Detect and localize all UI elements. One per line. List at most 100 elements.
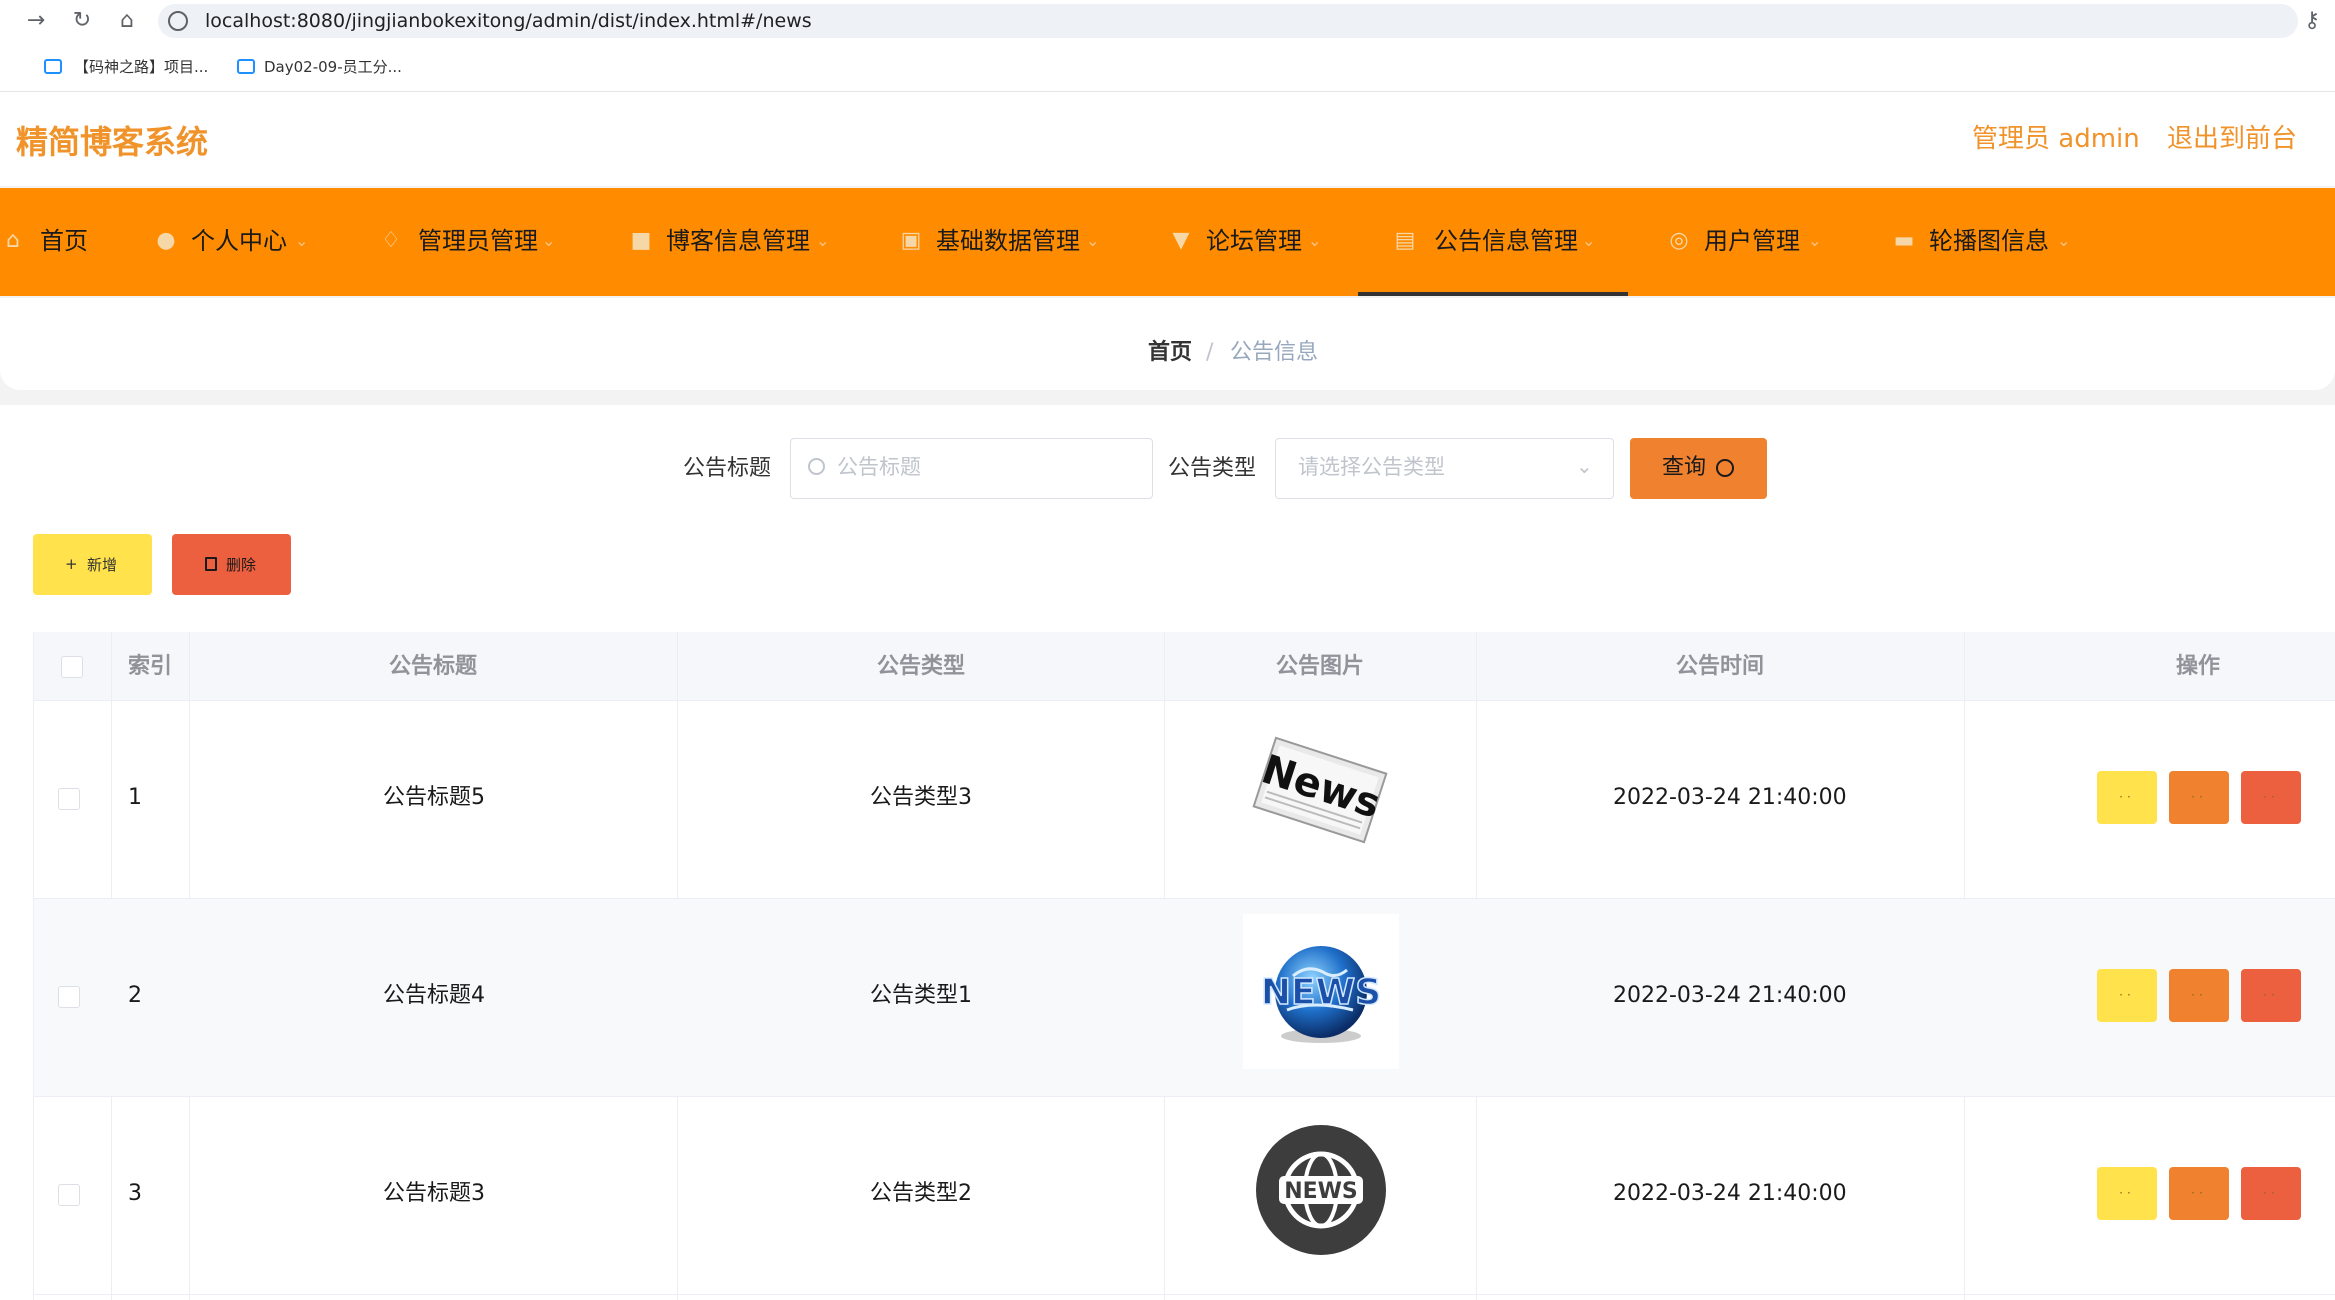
- row-time: 2022-03-24 21:40:00: [1613, 785, 1847, 810]
- dots-icon: ··: [2119, 988, 2135, 1002]
- notice-icon: ▤: [1394, 228, 1416, 253]
- search-icon: [808, 458, 825, 475]
- row-checkbox[interactable]: [58, 986, 80, 1008]
- nav-item-forum-management[interactable]: ▼ 论坛管理 ⌄: [1160, 188, 1340, 296]
- chevron-down-icon: ⌄: [295, 231, 309, 250]
- bookmark-link[interactable]: 【码神之路】项目...: [74, 56, 208, 78]
- row-index: 2: [128, 983, 142, 1008]
- dots-icon: ··: [2263, 988, 2279, 1002]
- dots-icon: ··: [2191, 988, 2207, 1002]
- bookmark-link[interactable]: Day02-09-员工分...: [264, 56, 402, 78]
- nav-label: 个人中心: [191, 227, 287, 255]
- nav-label: 管理员管理: [418, 227, 538, 255]
- column-header-type: 公告类型: [877, 654, 966, 679]
- dots-icon: ··: [2191, 1186, 2207, 1200]
- svg-text:NEWS: NEWS: [1284, 1179, 1358, 1204]
- nav-item-home[interactable]: ⌂ 首页: [0, 188, 100, 296]
- nav-item-notice-management[interactable]: ▤ 公告信息管理 ⌄: [1358, 188, 1628, 296]
- column-header-time: 公告时间: [1676, 654, 1765, 679]
- title-search-placeholder: 公告标题: [837, 455, 921, 479]
- table-row: [34, 899, 2335, 1097]
- url-text: localhost:8080/jingjianbokexitong/admin/…: [205, 10, 812, 32]
- row-title: 公告标题5: [383, 785, 485, 810]
- chevron-down-icon: ⌄: [1582, 231, 1596, 250]
- main-nav: ⌂ 首页 ● 个人中心 ⌄ ♢ 管理员管理 ⌄ ■ 博客信息管理 ⌄ ▣ 基础数…: [0, 188, 2335, 296]
- exit-to-frontend-link[interactable]: 退出到前台: [2167, 122, 2297, 156]
- breadcrumb-current: 公告信息: [1230, 340, 1319, 365]
- title-search-label: 公告标题: [683, 456, 772, 481]
- trash-icon: [205, 557, 217, 571]
- bookmark-icon: [237, 59, 255, 74]
- column-header-index: 索引: [128, 654, 173, 679]
- row-index: 1: [128, 785, 142, 810]
- view-button[interactable]: ··: [2097, 1167, 2157, 1220]
- search-icon: [1716, 459, 1734, 477]
- bookmark-icon: [44, 59, 62, 74]
- news-paper-image: News: [1250, 730, 1390, 850]
- row-title: 公告标题4: [383, 983, 485, 1008]
- view-button[interactable]: ··: [2097, 969, 2157, 1022]
- nav-label: 基础数据管理: [936, 227, 1080, 255]
- briefcase-icon: ■: [630, 228, 652, 253]
- type-select-placeholder: 请选择公告类型: [1298, 455, 1445, 479]
- delete-row-button[interactable]: ··: [2241, 1167, 2301, 1220]
- row-checkbox[interactable]: [58, 788, 80, 810]
- select-all-checkbox[interactable]: [61, 656, 83, 678]
- column-header-actions: 操作: [2176, 654, 2221, 679]
- chevron-down-icon: ⌄: [1808, 231, 1822, 250]
- nav-item-blog-management[interactable]: ■ 博客信息管理 ⌄: [620, 188, 850, 296]
- chat-icon: ▼: [1172, 228, 1190, 253]
- nav-item-carousel-info[interactable]: ▬ 轮播图信息 ⌄: [1885, 188, 2085, 296]
- edit-button[interactable]: ··: [2169, 1167, 2229, 1220]
- table-row: [34, 1097, 2335, 1295]
- breadcrumb: 首页 / 公告信息: [0, 298, 2335, 390]
- dots-icon: ··: [2263, 790, 2279, 804]
- row-type: 公告类型2: [870, 1181, 972, 1206]
- nav-item-personal-center[interactable]: ● 个人中心 ⌄: [145, 188, 315, 296]
- monitor-icon: ▬: [1893, 228, 1915, 253]
- nav-label: 论坛管理: [1206, 227, 1302, 255]
- nav-label: 首页: [40, 227, 88, 255]
- key-icon[interactable]: ⚷: [2298, 7, 2326, 35]
- bookmarks-bar: 【码神之路】项目... Day02-09-员工分...: [0, 42, 2335, 92]
- home-icon: ⌂: [6, 228, 20, 253]
- admin-user-link[interactable]: 管理员 admin: [1972, 122, 2140, 156]
- help-circle-icon: ◎: [1669, 228, 1689, 253]
- site-info-icon[interactable]: [168, 11, 188, 31]
- dots-icon: ··: [2263, 1186, 2279, 1200]
- view-button[interactable]: ··: [2097, 771, 2157, 824]
- nav-item-user-management[interactable]: ◎ 用户管理 ⌄: [1660, 188, 1840, 296]
- user-icon: ●: [156, 228, 176, 253]
- delete-row-button[interactable]: ··: [2241, 771, 2301, 824]
- chevron-down-icon: ⌄: [1308, 231, 1322, 250]
- delete-button-label: 删除: [226, 556, 257, 574]
- document-icon: ▣: [900, 228, 922, 253]
- table-header: [34, 632, 2335, 701]
- chevron-down-icon: ⌄: [1576, 454, 1593, 478]
- row-checkbox[interactable]: [58, 1184, 80, 1206]
- nav-label: 轮播图信息: [1929, 227, 2049, 255]
- news-circle-image: NEWS: [1255, 1124, 1387, 1256]
- nav-item-admin-management[interactable]: ♢ 管理员管理 ⌄: [370, 188, 570, 296]
- delete-row-button[interactable]: ··: [2241, 969, 2301, 1022]
- table-row: [34, 701, 2335, 899]
- chevron-down-icon: ⌄: [816, 231, 830, 250]
- chevron-down-icon: ⌄: [2057, 231, 2071, 250]
- nav-label: 博客信息管理: [666, 227, 810, 255]
- back-arrow-icon[interactable]: →: [22, 7, 50, 35]
- edit-button[interactable]: ··: [2169, 969, 2229, 1022]
- nav-item-basic-data-management[interactable]: ▣ 基础数据管理 ⌄: [890, 188, 1120, 296]
- breadcrumb-home[interactable]: 首页: [1148, 338, 1192, 368]
- dots-icon: ··: [2119, 1186, 2135, 1200]
- row-index: 3: [128, 1181, 142, 1206]
- row-time: 2022-03-24 21:40:00: [1613, 983, 1847, 1008]
- dots-icon: ··: [2119, 790, 2135, 804]
- edit-button[interactable]: ··: [2169, 771, 2229, 824]
- home-icon[interactable]: ⌂: [113, 7, 141, 35]
- bell-icon: ♢: [381, 228, 401, 253]
- nav-label: 用户管理: [1704, 227, 1800, 255]
- dots-icon: ··: [2191, 790, 2207, 804]
- type-select-label: 公告类型: [1168, 456, 1257, 481]
- row-time: 2022-03-24 21:40:00: [1613, 1181, 1847, 1206]
- reload-icon[interactable]: ↻: [68, 7, 96, 35]
